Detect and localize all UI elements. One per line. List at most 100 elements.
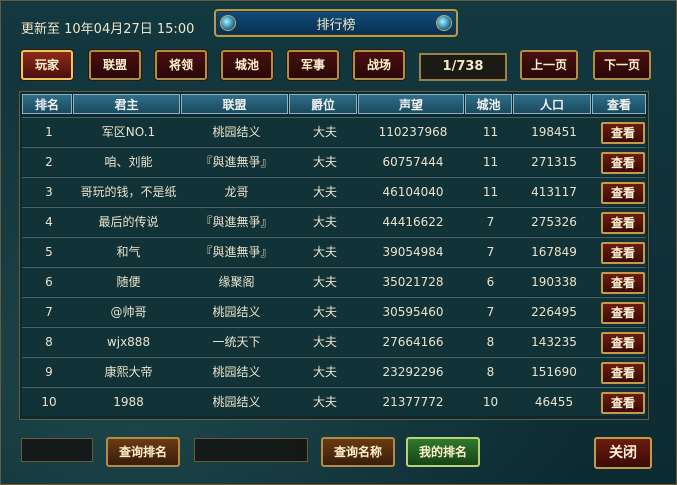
- cell-title: 大夫: [312, 335, 337, 349]
- cell-cities: 8: [486, 335, 495, 349]
- orb-icon: [436, 15, 452, 31]
- cell-population: 143235: [531, 335, 577, 349]
- cell-title: 大夫: [312, 155, 337, 169]
- tab-cities[interactable]: 城池: [221, 50, 273, 80]
- header-alliance: 联盟: [181, 94, 288, 114]
- cell-cities: 10: [482, 395, 499, 409]
- cell-cities: 7: [486, 245, 495, 259]
- header-title: 爵位: [289, 94, 357, 114]
- cell-title: 大夫: [312, 305, 337, 319]
- cell-lord: 最后的传说: [98, 215, 159, 229]
- name-search-input[interactable]: [194, 438, 308, 462]
- table-row: 2 咱、刘能 『與進無爭』 大夫 60757444 11 271315 查看: [22, 147, 646, 176]
- cell-cities: 8: [486, 365, 495, 379]
- cell-alliance: 『與進無爭』: [200, 155, 273, 169]
- next-page-button[interactable]: 下一页: [593, 50, 651, 80]
- view-button[interactable]: 查看: [601, 302, 645, 324]
- my-rank-button[interactable]: 我的排名: [406, 437, 480, 467]
- tab-battlefield[interactable]: 战场: [353, 50, 405, 80]
- table-row: 10 1988 桃园结义 大夫 21377772 10 46455 查看: [22, 387, 646, 416]
- cell-lord: wjx888: [106, 335, 151, 349]
- view-button[interactable]: 查看: [601, 152, 645, 174]
- cell-title: 大夫: [312, 185, 337, 199]
- cell-lord: 军区NO.1: [101, 125, 156, 139]
- view-button[interactable]: 查看: [601, 332, 645, 354]
- ranking-table: 排名 君主 联盟 爵位 声望 城池 人口 查看 1 军区NO.1 桃园结义 大夫 110…: [19, 91, 649, 420]
- cell-lord: 1988: [113, 395, 144, 409]
- cell-alliance: 缘聚阁: [218, 275, 255, 289]
- view-button[interactable]: 查看: [601, 392, 645, 414]
- tab-players[interactable]: 玩家: [21, 50, 73, 80]
- header-cities: 城池: [465, 94, 512, 114]
- rank-search-input[interactable]: [21, 438, 93, 462]
- table-row: 5 和气 『與進無爭』 大夫 39054984 7 167849 查看: [22, 237, 646, 266]
- cell-alliance: 桃园结义: [212, 395, 261, 409]
- table-row: 9 康熙大帝 桃园结义 大夫 23292296 8 151690 查看: [22, 357, 646, 386]
- update-time: 更新至 10年04月27日 15:00: [21, 22, 195, 37]
- table-header: 排名 君主 联盟 爵位 声望 城池 人口 查看: [20, 92, 648, 116]
- view-button[interactable]: 查看: [601, 212, 645, 234]
- cell-cities: 7: [486, 215, 495, 229]
- query-name-button[interactable]: 查询名称: [321, 437, 395, 467]
- cell-cities: 11: [482, 155, 499, 169]
- cell-prestige: 110237968: [378, 125, 448, 139]
- cell-alliance: 『與進無爭』: [200, 215, 273, 229]
- close-button[interactable]: 关闭: [594, 437, 652, 469]
- cell-population: 190338: [531, 275, 577, 289]
- page-indicator: 1/738: [419, 53, 507, 81]
- cell-title: 大夫: [312, 365, 337, 379]
- header-lord: 君主: [73, 94, 180, 114]
- view-button[interactable]: 查看: [601, 122, 645, 144]
- cell-cities: 11: [482, 185, 499, 199]
- cell-cities: 7: [486, 305, 495, 319]
- cell-lord: 哥玩的钱，不是纸: [80, 185, 177, 199]
- cell-rank: 5: [45, 245, 53, 259]
- tab-military[interactable]: 军事: [287, 50, 339, 80]
- cell-population: 151690: [531, 365, 577, 379]
- cell-prestige: 39054984: [382, 245, 444, 259]
- cell-title: 大夫: [312, 215, 337, 229]
- view-button[interactable]: 查看: [601, 362, 645, 384]
- table-row: 1 军区NO.1 桃园结义 大夫 110237968 11 198451 查看: [22, 117, 646, 146]
- ranking-window: 更新至 10年04月27日 15:00 排行榜 玩家 联盟 将领 城池 军事 战…: [0, 0, 677, 485]
- cell-population: 275326: [531, 215, 577, 229]
- table-row: 6 随便 缘聚阁 大夫 35021728 6 190338 查看: [22, 267, 646, 296]
- cell-prestige: 60757444: [382, 155, 444, 169]
- header-view: 查看: [592, 94, 646, 114]
- cell-title: 大夫: [312, 275, 337, 289]
- cell-cities: 11: [482, 125, 499, 139]
- cell-alliance: 桃园结义: [212, 305, 261, 319]
- cell-prestige: 30595460: [382, 305, 444, 319]
- cell-rank: 7: [45, 305, 53, 319]
- prev-page-button[interactable]: 上一页: [520, 50, 578, 80]
- cell-rank: 8: [45, 335, 53, 349]
- cell-prestige: 44416622: [382, 215, 444, 229]
- cell-prestige: 35021728: [382, 275, 444, 289]
- cell-lord: 康熙大帝: [104, 365, 153, 379]
- window-title: 排行榜: [316, 18, 356, 33]
- query-rank-button[interactable]: 查询排名: [106, 437, 180, 467]
- cell-rank: 1: [45, 125, 53, 139]
- view-button[interactable]: 查看: [601, 182, 645, 204]
- cell-population: 198451: [531, 125, 577, 139]
- cell-title: 大夫: [312, 245, 337, 259]
- cell-cities: 6: [486, 275, 495, 289]
- cell-rank: 4: [45, 215, 53, 229]
- cell-prestige: 21377772: [382, 395, 444, 409]
- cell-population: 46455: [534, 395, 574, 409]
- view-button[interactable]: 查看: [601, 242, 645, 264]
- cell-rank: 10: [41, 395, 57, 409]
- title-bar: 排行榜: [214, 9, 458, 37]
- cell-alliance: 桃园结义: [212, 365, 261, 379]
- cell-rank: 6: [45, 275, 53, 289]
- tab-alliances[interactable]: 联盟: [89, 50, 141, 80]
- cell-prestige: 27664166: [382, 335, 444, 349]
- tab-generals[interactable]: 将领: [155, 50, 207, 80]
- cell-population: 226495: [531, 305, 577, 319]
- table-row: 7 @帅哥 桃园结义 大夫 30595460 7 226495 查看: [22, 297, 646, 326]
- cell-lord: 咱、刘能: [104, 155, 153, 169]
- cell-rank: 9: [45, 365, 53, 379]
- header-rank: 排名: [22, 94, 72, 114]
- view-button[interactable]: 查看: [601, 272, 645, 294]
- cell-lord: 和气: [116, 245, 141, 259]
